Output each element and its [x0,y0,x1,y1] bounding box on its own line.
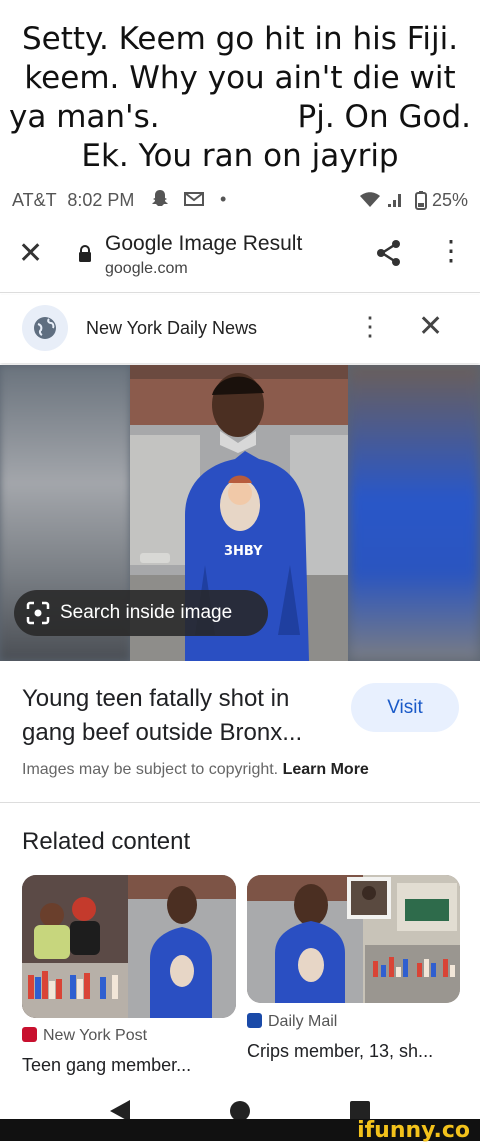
related-source: New York Post [22,1027,147,1045]
close-source-icon[interactable]: ✕ [418,309,443,344]
status-bar: AT&T 8:02 PM • 25% [0,186,480,216]
signal-icon [387,194,401,207]
page-domain: google.com [105,260,188,277]
lens-icon [26,601,50,625]
caption-line-4: Ek. You ran on jayrip [81,138,399,174]
battery-icon [414,191,427,210]
ifunny-watermark: ifunny.co [357,1118,470,1143]
meme-caption: Setty. Keem go hit in his Fiji. keem. Wh… [0,0,480,178]
page-title: Google Image Result [105,232,303,255]
watermark-bar: ifunny.co [0,1118,480,1143]
result-panel: Young teen fatally shot in gang beef out… [0,662,480,803]
related-source-name: Daily Mail [268,1013,338,1030]
related-caption[interactable]: Crips member, 13, sh... [247,1041,433,1062]
search-inside-image-label: Search inside image [60,602,233,623]
wifi-icon [359,192,380,207]
blurred-backdrop-right [348,365,480,661]
related-card[interactable]: Daily Mail Crips member, 13, sh... [247,875,460,1061]
visit-button[interactable]: Visit [351,683,459,732]
copyright-text: Images may be subject to copyright. [22,761,279,778]
new-york-post-icon [22,1027,37,1042]
lock-icon [79,245,91,262]
dot-icon: • [220,189,227,209]
share-icon[interactable] [374,238,404,268]
browser-toolbar: ✕ Google Image Result google.com ⋮ [0,222,480,293]
caption-line-3: ya man's. Pj. On God. [9,99,471,135]
caption-line-2: keem. Why you ain't die wit [24,60,456,96]
related-content-heading: Related content [22,828,191,855]
result-headline[interactable]: Young teen fatally shot in gang beef out… [22,682,342,750]
related-thumbnail[interactable] [247,875,460,1003]
source-name[interactable]: New York Daily News [86,318,257,339]
globe-icon [22,305,68,351]
daily-mail-icon [247,1013,262,1028]
image-source-bar: New York Daily News ⋮ ✕ [0,295,480,363]
learn-more-link[interactable]: Learn More [283,761,369,778]
close-icon[interactable]: ✕ [18,236,43,271]
related-thumbnail[interactable] [22,875,236,1018]
snapchat-icon [152,190,168,206]
related-card[interactable]: New York Post Teen gang member... [22,875,236,1075]
shirt-text: 3HBY [224,544,263,559]
carrier-label: AT&T [12,190,57,210]
related-source-name: New York Post [43,1027,148,1044]
overflow-menu-icon[interactable]: ⋮ [437,237,465,265]
search-inside-image-button[interactable]: Search inside image [14,590,268,636]
copyright-note: Images may be subject to copyright. Lear… [22,761,369,779]
gmail-icon [184,192,205,206]
related-source: Daily Mail [247,1013,337,1031]
related-caption[interactable]: Teen gang member... [22,1055,191,1076]
battery-percent: 25% [431,190,468,210]
caption-line-1: Setty. Keem go hit in his Fiji. [21,21,459,57]
clock-time: 8:02 PM [67,190,135,210]
source-menu-icon[interactable]: ⋮ [357,313,383,339]
